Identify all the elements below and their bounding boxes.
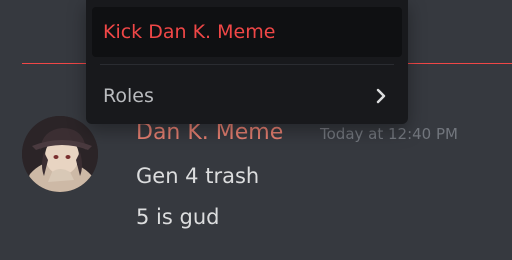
user-context-menu: Kick Dan K. Meme Roles xyxy=(86,0,408,124)
roles-label: Roles xyxy=(103,85,154,107)
chat-area: Dan K. Meme Today at 12:40 PM Gen 4 tras… xyxy=(0,0,512,260)
roles-menu-item[interactable]: Roles xyxy=(92,72,402,120)
message-text: 5 is gud xyxy=(136,205,220,229)
message-group: Dan K. Meme Today at 12:40 PM Gen 4 tras… xyxy=(0,112,512,260)
message-text: Gen 4 trash xyxy=(136,164,260,188)
kick-user-label: Kick Dan K. Meme xyxy=(103,21,276,43)
kick-user-menu-item[interactable]: Kick Dan K. Meme xyxy=(92,7,402,57)
message-timestamp: Today at 12:40 PM xyxy=(320,125,458,143)
menu-separator xyxy=(100,64,394,65)
avatar-image xyxy=(22,116,98,192)
chevron-right-icon xyxy=(376,88,386,104)
avatar[interactable] xyxy=(22,116,98,192)
